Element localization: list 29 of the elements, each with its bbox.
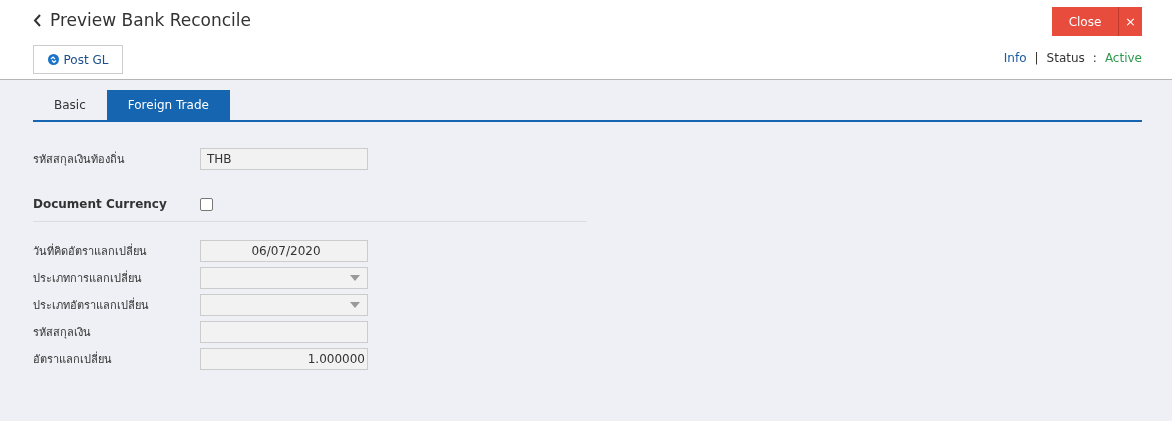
- close-button[interactable]: Close: [1052, 7, 1118, 36]
- caret-icon: [350, 274, 360, 281]
- section-label: Document Currency: [33, 197, 168, 211]
- input-field[interactable]: [200, 320, 368, 343]
- caret-icon: [350, 301, 360, 308]
- tab[interactable]: Foreign Trade: [106, 90, 230, 120]
- checkbox[interactable]: [200, 197, 213, 211]
- back-icon[interactable]: [33, 13, 42, 27]
- input-field[interactable]: 1.000000: [200, 347, 368, 370]
- field-label: ประเภทอัตราแลกเปลี่ยน: [33, 296, 150, 314]
- colon: :: [1092, 51, 1097, 65]
- field-label: อัตราแลกเปลี่ยน: [33, 350, 113, 368]
- input-field[interactable]: 06/07/2020: [200, 239, 368, 262]
- field-label: รหัสสกุลเงินท้องถิ่น: [33, 150, 126, 168]
- close-icon[interactable]: ×: [1118, 7, 1142, 36]
- sync-icon: [47, 54, 59, 65]
- dropdown-field[interactable]: [200, 266, 368, 289]
- info-link[interactable]: Info: [1003, 51, 1027, 65]
- tab[interactable]: Basic: [33, 90, 107, 120]
- post-gl-button[interactable]: Post GL: [33, 45, 123, 74]
- dropdown-field[interactable]: [200, 293, 368, 316]
- separator: |: [1034, 51, 1039, 65]
- page-title: Preview Bank Reconcile: [50, 10, 251, 30]
- field-label: รหัสสกุลเงิน: [33, 324, 92, 341]
- field-label: วันที่คิดอัตราแลกเปลี่ยน: [33, 242, 148, 260]
- status-value: Active: [1104, 51, 1142, 65]
- input-field[interactable]: THB: [200, 147, 368, 170]
- field-label: ประเภทการแลกเปลี่ยน: [33, 269, 143, 287]
- status-label: Status: [1046, 51, 1085, 65]
